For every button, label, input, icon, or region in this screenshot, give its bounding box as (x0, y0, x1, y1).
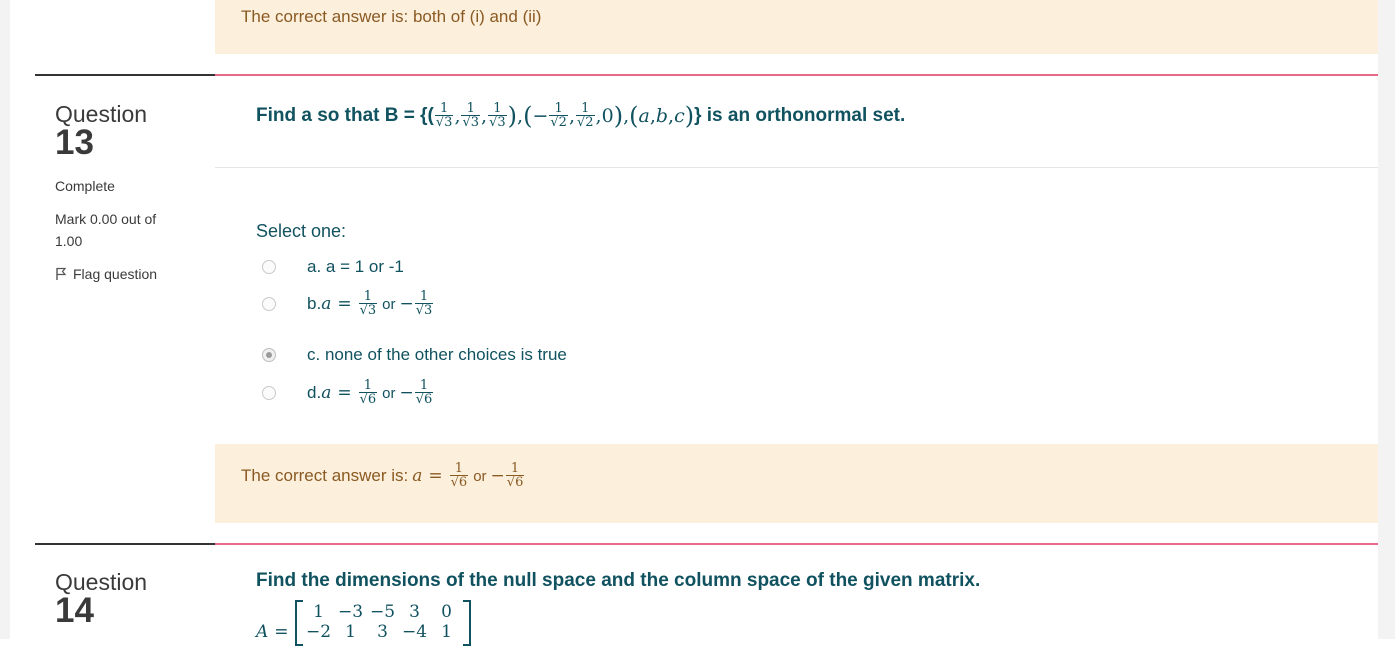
page-gutter-left (0, 0, 10, 639)
question-feedback-text: The correct answer is: a = 1 √6 or −1 √6 (241, 462, 525, 490)
question-grade: Mark 0.00 out of 1.00 (55, 211, 157, 249)
option-d-math: a = 1 √6 or −1 √6 (321, 378, 434, 407)
matrix-equals: = (274, 622, 289, 642)
option-c-label: c. none of the other choices is true (307, 345, 567, 364)
question-number: 13 (55, 123, 94, 162)
question-set-math: 1 √3, 1 √3, 1 √3),(− 1 √2, 1 √2,0),(a, b, c) (434, 101, 695, 130)
question-separator-accent (215, 74, 1378, 76)
matrix-A: A = 1 −3 −5 3 0 −2 1 3 −4 1 (256, 600, 471, 646)
matrix-cell: 0 (441, 602, 452, 622)
flag-question-button[interactable]: Flag question (55, 266, 205, 282)
option-a-label: a. a = 1 or -1 (307, 257, 404, 276)
matrix-cell: 1 (313, 602, 324, 622)
radio-icon[interactable] (262, 260, 276, 274)
option-b[interactable]: b. a = 1 √3 or −1 √3 (262, 290, 434, 318)
option-b-label: b. a = 1 √3 or −1 √3 (307, 290, 434, 318)
matrix-bracket-left (294, 600, 303, 646)
feedback-math: a = 1 √6 or −1 √6 (412, 461, 525, 490)
matrix-body: 1 −3 −5 3 0 −2 1 3 −4 1 (303, 600, 463, 642)
select-one-prompt: Select one: (256, 221, 347, 241)
option-b-prefix: b. (307, 294, 322, 313)
option-d[interactable]: d. a = 1 √6 or −1 √6 (262, 379, 434, 407)
matrix-cell: −2 (306, 622, 332, 642)
question-text: Find the dimensions of the null space an… (256, 570, 981, 591)
question-state: Complete (55, 178, 115, 194)
matrix-cell: 3 (409, 602, 420, 622)
matrix-cell: 3 (377, 622, 388, 642)
question-divider (215, 167, 1378, 168)
question-text-end: } is an orthonormal set. (694, 105, 906, 126)
matrix-cell: −5 (370, 602, 396, 622)
matrix-cell: −3 (338, 602, 364, 622)
question-info: Question 13 Complete Mark 0.00 out of 1.… (55, 102, 205, 282)
question-separator (35, 74, 215, 76)
question-number: 14 (55, 591, 94, 630)
option-a[interactable]: a. a = 1 or -1 (262, 257, 404, 277)
question-separator-accent (215, 543, 1378, 545)
or-word: or (473, 467, 487, 485)
question-separator (35, 543, 215, 545)
question-info: Question 14 (55, 570, 205, 628)
feedback-prefix: The correct answer is: (241, 466, 409, 485)
radio-icon[interactable] (262, 386, 276, 400)
flag-icon (56, 267, 67, 280)
option-c[interactable]: c. none of the other choices is true (262, 345, 567, 365)
question-feedback: The correct answer is: a = 1 √6 or −1 √6 (215, 444, 1378, 523)
matrix-bracket-right (462, 600, 471, 646)
or-word: or (382, 295, 396, 313)
option-d-prefix: d. (307, 383, 322, 402)
radio-icon[interactable] (262, 297, 276, 311)
flag-question-label: Flag question (73, 266, 158, 282)
option-b-math: a = 1 √3 or −1 √3 (321, 289, 434, 318)
question-text: Find a so that B = {( 1 √3, 1 √3, 1 √3),(− … (256, 98, 905, 134)
matrix-cell: −4 (402, 622, 428, 642)
matrix-cell: 1 (345, 622, 356, 642)
or-word: or (382, 384, 396, 402)
radio-icon[interactable] (262, 348, 276, 362)
option-d-label: d. a = 1 √6 or −1 √6 (307, 379, 434, 407)
matrix-cell: 1 (441, 622, 452, 642)
question-text-start: Find a so that B = {( (256, 105, 434, 126)
previous-feedback-text: The correct answer is: both of (i) and (… (241, 7, 542, 26)
matrix-label: A (256, 622, 269, 642)
previous-feedback: The correct answer is: both of (i) and (… (215, 0, 1378, 54)
page-gutter-right (1378, 0, 1395, 639)
